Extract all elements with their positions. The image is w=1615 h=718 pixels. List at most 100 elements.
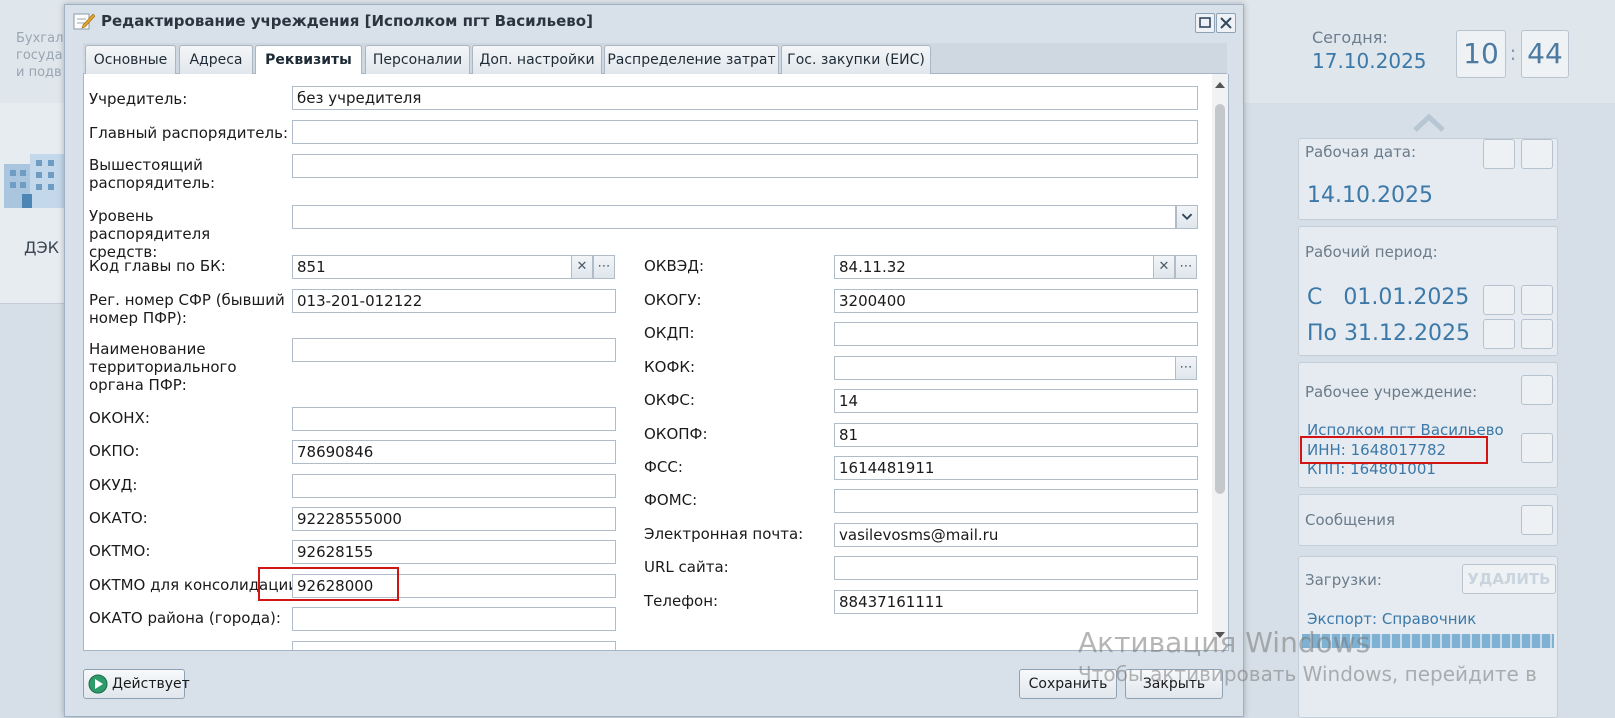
today-label: Сегодня: <box>1312 28 1388 47</box>
tab-cost-distribution[interactable]: Распределение затрат <box>604 45 779 74</box>
okdp-field[interactable] <box>834 322 1198 346</box>
work-org-label: Рабочее учреждение: <box>1305 383 1478 401</box>
okato-district-label: ОКАТО района (города): <box>89 609 281 627</box>
okato-label: ОКАТО: <box>89 509 148 527</box>
maximize-icon[interactable] <box>1195 13 1215 33</box>
okopf-field[interactable]: 81 <box>834 423 1198 447</box>
building-icon <box>4 154 64 208</box>
oktmo-label: ОКТМО: <box>89 542 151 560</box>
scroll-up-icon[interactable] <box>1214 80 1226 90</box>
okogu-label: ОКОГУ: <box>644 291 702 309</box>
higher-manager-label: Вышестоящий распорядитель: <box>89 156 216 192</box>
tab-bar: Основные Адреса Реквизиты Персоналии Доп… <box>83 43 1227 75</box>
okud-field[interactable] <box>292 474 616 498</box>
okpo-field[interactable]: 78690846 <box>292 440 616 464</box>
foms-label: ФОМС: <box>644 491 698 509</box>
fss-label: ФСС: <box>644 458 683 476</box>
pfr-name-label: Наименование территориального органа ПФР… <box>89 340 237 394</box>
reset-date-icon[interactable] <box>1521 319 1553 349</box>
gear-icon[interactable] <box>1521 433 1553 463</box>
chevron-up-icon[interactable] <box>1412 108 1446 138</box>
tab-addresses[interactable]: Адреса <box>179 45 253 74</box>
downloads-label: Загрузки: <box>1305 571 1382 589</box>
bk-code-field[interactable]: 851 <box>292 255 572 279</box>
phone-field[interactable]: 88437161111 <box>834 590 1198 614</box>
status-button[interactable]: Действует <box>83 669 190 699</box>
delete-button[interactable]: УДАЛИТЬ <box>1462 564 1556 594</box>
clock-minutes: 44 <box>1521 30 1569 78</box>
tab-procurement[interactable]: Гос. закупки (ЕИС) <box>781 45 931 74</box>
form-scrollbar[interactable] <box>1212 74 1228 650</box>
okud-label: ОКУД: <box>89 476 138 494</box>
close-icon[interactable] <box>1216 13 1236 33</box>
reset-date-icon[interactable] <box>1521 139 1553 169</box>
calendar-icon[interactable] <box>1483 139 1515 169</box>
status-button-label: Действует <box>112 676 190 692</box>
app-title-fragment: Бухгал госуда и подв <box>16 31 64 80</box>
email-label: Электронная почта: <box>644 525 804 543</box>
okonh-label: ОКОНХ: <box>89 409 150 427</box>
phone-label: Телефон: <box>644 592 719 610</box>
status-active-icon <box>88 674 108 694</box>
dialog-titlebar[interactable]: Редактирование учреждения [Исполком пгт … <box>73 9 1236 33</box>
tab-personalia[interactable]: Персоналии <box>365 45 470 74</box>
okdp-label: ОКДП: <box>644 324 695 342</box>
okogu-field[interactable]: 3200400 <box>834 289 1198 313</box>
founder-field[interactable]: без учредителя <box>292 86 1198 110</box>
oktmo-field[interactable]: 92628155 <box>292 540 616 564</box>
today-date: 17.10.2025 <box>1312 49 1427 73</box>
url-field[interactable] <box>834 556 1198 580</box>
calendar-icon[interactable] <box>1483 285 1515 315</box>
kofk-field[interactable] <box>834 356 1176 380</box>
work-date-value: 14.10.2025 <box>1307 183 1433 208</box>
email-field[interactable]: vasilevosms@mail.ru <box>834 523 1198 547</box>
manager-level-select[interactable] <box>292 205 1176 229</box>
module-tile-label: ДЭК <box>24 238 60 257</box>
foms-field[interactable] <box>834 489 1198 513</box>
tab-main[interactable]: Основные <box>85 45 176 74</box>
main-manager-field[interactable] <box>292 120 1198 144</box>
period-from: С 01.01.2025 <box>1307 285 1470 310</box>
okfs-label: ОКФС: <box>644 391 695 409</box>
sfr-number-field[interactable]: 013-201-012122 <box>292 289 616 313</box>
manager-level-label: Уровень распорядителя средств: <box>89 207 211 261</box>
main-manager-label: Главный распорядитель: <box>89 124 288 142</box>
founder-label: Учредитель: <box>89 90 188 108</box>
clear-icon[interactable]: ✕ <box>1153 255 1175 279</box>
calendar-icon[interactable] <box>1483 319 1515 349</box>
url-label: URL сайта: <box>644 558 729 576</box>
more-icon[interactable]: ⋯ <box>593 255 615 279</box>
bk-code-label: Код главы по БК: <box>89 257 226 275</box>
list-icon[interactable] <box>1521 375 1553 405</box>
windows-activation-subtitle: Чтобы активировать Windows, перейдите в <box>1078 662 1537 686</box>
chevron-down-icon[interactable] <box>1176 205 1198 229</box>
clear-icon[interactable]: ✕ <box>571 255 593 279</box>
sfr-number-label: Рег. номер СФР (бывший номер ПФР): <box>89 291 285 327</box>
highlight-org-inn <box>1300 436 1488 464</box>
highlight-oktmo-consolidation <box>258 567 399 601</box>
higher-manager-field[interactable] <box>292 154 1198 178</box>
scrollbar-thumb[interactable] <box>1215 104 1225 494</box>
okato-district-field[interactable] <box>292 607 616 631</box>
work-date-label: Рабочая дата: <box>1305 143 1417 161</box>
messages-panel[interactable]: Сообщения <box>1298 494 1558 546</box>
next-field-partial[interactable] <box>292 641 616 650</box>
more-icon[interactable]: ⋯ <box>1175 255 1197 279</box>
okato-field[interactable]: 92228555000 <box>292 507 616 531</box>
okonh-field[interactable] <box>292 407 616 431</box>
messages-label: Сообщения <box>1305 511 1396 529</box>
reset-date-icon[interactable] <box>1521 285 1553 315</box>
work-period-label: Рабочий период: <box>1305 243 1438 261</box>
tab-extra-settings[interactable]: Доп. настройки <box>472 45 602 74</box>
fss-field[interactable]: 1614481911 <box>834 456 1198 480</box>
okved-label: ОКВЭД: <box>644 257 704 275</box>
okved-field[interactable]: 84.11.32 <box>834 255 1154 279</box>
period-to: По 31.12.2025 <box>1307 321 1470 346</box>
chat-icon[interactable] <box>1521 505 1553 535</box>
more-icon[interactable]: ⋯ <box>1175 356 1197 380</box>
tab-requisites[interactable]: Реквизиты <box>255 45 362 75</box>
kofk-label: КОФК: <box>644 358 696 376</box>
okfs-field[interactable]: 14 <box>834 389 1198 413</box>
dialog-title: Редактирование учреждения [Исполком пгт … <box>101 12 593 30</box>
pfr-name-field[interactable] <box>292 338 616 362</box>
